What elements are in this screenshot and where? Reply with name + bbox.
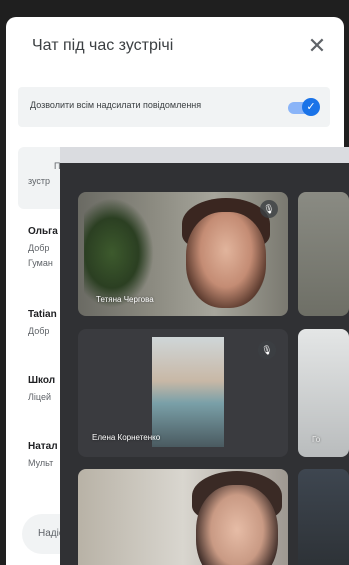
participant-tile[interactable] [78,469,288,565]
participant-face [196,485,278,565]
participant-name: Елена Корнетенко [92,433,161,442]
participant-face [186,212,266,308]
permission-label: Дозволити всім надсилати повідомлення [30,100,202,110]
chat-title: Чат під час зустрічі [32,37,174,54]
chat-header: Чат під час зустрічі ✕ [6,17,344,77]
permission-toggle[interactable]: ✓ [288,98,320,116]
permission-row[interactable]: Дозволити всім надсилати повідомлення ✓ [18,87,330,127]
participant-tile[interactable]: Го [298,329,349,457]
participant-name: Тетяна Чергова [96,295,154,304]
participant-tile[interactable]: 🎙 Елена Корнетенко [78,329,288,457]
participant-tile[interactable] [298,192,349,316]
participant-name: Го [312,435,321,444]
participant-tile[interactable]: 🎙 Тетяна Чергова [78,192,288,316]
participant-video [152,337,224,447]
background-plant [84,198,154,308]
notice-text-2: зустр [28,176,51,186]
video-grid: 🎙 Тетяна Чергова 🎙 Елена Корнетенко Го [60,163,349,565]
close-icon[interactable]: ✕ [306,35,328,57]
mic-off-icon: 🎙 [260,200,278,218]
check-icon: ✓ [302,98,320,116]
mic-off-icon: 🎙 [258,341,276,359]
participant-tile[interactable] [298,469,349,565]
video-window-titlebar[interactable] [60,147,349,163]
video-grid-window: 🎙 Тетяна Чергова 🎙 Елена Корнетенко Го [60,147,349,565]
